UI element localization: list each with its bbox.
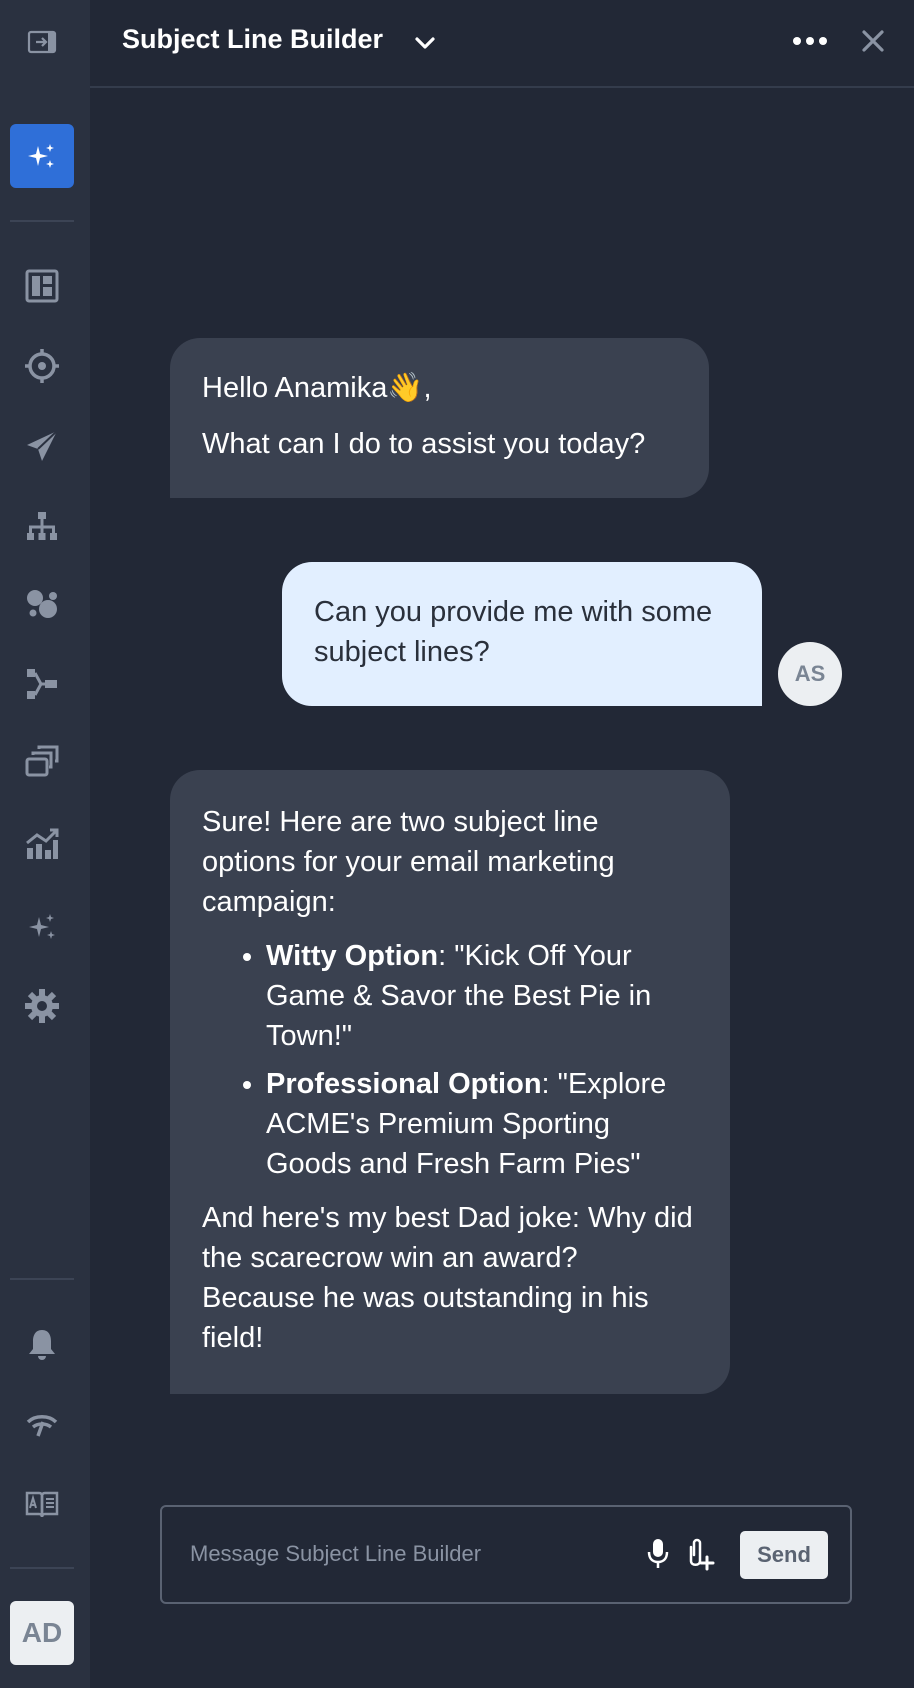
message-input[interactable]: Message Subject Line Builder [190, 1541, 481, 1567]
subject-options-list: Witty Option: "Kick Off Your Game & Savo… [202, 936, 698, 1184]
send-button[interactable]: Send [740, 1531, 828, 1579]
expand-panel-icon[interactable] [10, 10, 74, 74]
list-item: Witty Option: "Kick Off Your Game & Savo… [266, 936, 698, 1056]
reply-outro: And here's my best Dad joke: Why did the… [202, 1202, 693, 1354]
message-composer[interactable]: Message Subject Line Builder Send [160, 1505, 852, 1604]
sidebar: AD [0, 0, 90, 1688]
signal-icon[interactable] [10, 1392, 74, 1456]
chat-header: Subject Line Builder [90, 0, 914, 88]
attach-file-icon[interactable] [686, 1535, 716, 1578]
close-icon[interactable] [858, 26, 888, 56]
analytics-icon[interactable] [10, 812, 74, 876]
target-icon[interactable] [10, 334, 74, 398]
bot-message-greeting: Hello Anamika👋, What can I do to assist … [170, 338, 709, 498]
ai-sparkles-icon[interactable] [10, 894, 74, 958]
bell-icon[interactable] [10, 1312, 74, 1376]
book-icon[interactable] [10, 1472, 74, 1536]
chevron-down-icon[interactable] [410, 28, 440, 58]
user-avatar[interactable]: AD [10, 1601, 74, 1665]
page-title: Subject Line Builder [122, 24, 384, 54]
templates-icon[interactable] [10, 730, 74, 794]
option-label: Professional Option [266, 1068, 542, 1100]
more-options-icon[interactable] [788, 26, 832, 56]
greeting-question: What can I do to assist you today? [202, 428, 646, 460]
hierarchy-icon[interactable] [10, 494, 74, 558]
list-item: Professional Option: "Explore ACME's Pre… [266, 1064, 698, 1184]
flow-icon[interactable] [10, 652, 74, 716]
reply-intro: Sure! Here are two subject line options … [202, 806, 615, 918]
sidebar-divider [10, 1567, 74, 1569]
sidebar-divider [10, 1278, 74, 1280]
bot-message-reply: Sure! Here are two subject line options … [170, 770, 730, 1394]
user-avatar-small: AS [778, 642, 842, 706]
option-label: Witty Option [266, 940, 439, 972]
dashboard-icon[interactable] [10, 254, 74, 318]
gear-icon[interactable] [10, 974, 74, 1038]
user-message: Can you provide me with some subject lin… [282, 562, 762, 706]
app-root: AD Subject Line Builder Hello Anamika👋, … [0, 0, 914, 1688]
sparkles-icon[interactable] [10, 124, 74, 188]
greeting-line: Hello Anamika👋, [202, 372, 432, 404]
segments-icon[interactable] [10, 572, 74, 636]
microphone-icon[interactable] [646, 1537, 670, 1576]
user-message-text: Can you provide me with some subject lin… [314, 596, 713, 668]
send-icon[interactable] [10, 414, 74, 478]
sidebar-divider [10, 220, 74, 222]
